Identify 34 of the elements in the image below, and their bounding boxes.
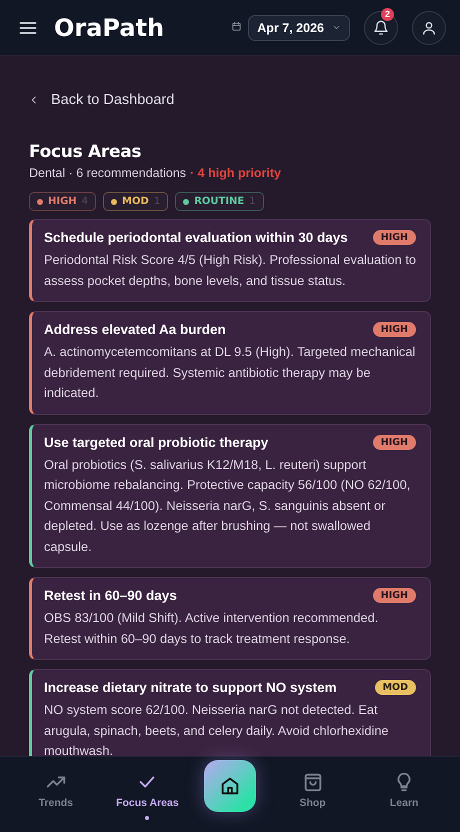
card-description: A. actinomycetemcomitans at DL 9.5 (High). Targeted mechanical debridement required. Systemic antibiotic therapy may be indicated.: [44, 343, 416, 402]
priority-badge: HIGH: [372, 322, 416, 337]
card-description: Oral probiotics (S. salivarius K12/M18, L. reuteri) support microbiome rebalancing. Protective capacity 56/100 (NO 62/100, Commensal 44/100). Neisseria narG, S. sanguinis absent or depleted. Use as lozenge after brushing — not swallowed capsule.: [44, 456, 412, 556]
notifications-button[interactable]: 2: [364, 10, 398, 44]
card-description: NO system score 62/100. Neisseria narG not detected. Eat arugula, spinach, beets, and celery daily. Avoid chlorhexidine mouthwash.: [44, 701, 390, 756]
summary-text: Dental · 6 recommendations: [29, 166, 186, 180]
priority-badge: HIGH: [372, 230, 416, 245]
priority-badge: MOD: [374, 680, 416, 695]
back-link[interactable]: Back to Dashboard: [29, 92, 174, 108]
card-title: Increase dietary nitrate to support NO system: [44, 679, 338, 697]
calendar-icon: [231, 20, 242, 32]
user-icon: [421, 20, 437, 36]
priority-note: · 4 high priority: [190, 166, 282, 180]
nav-tab[interactable]: Trends: [20, 771, 91, 809]
card-title: Retest in 60–90 days: [44, 587, 178, 605]
nav-tab[interactable]: Focus Areas: [112, 771, 182, 809]
bell-icon: [373, 20, 389, 36]
notification-badge: 2: [381, 8, 394, 20]
page-title: Focus Areas: [29, 142, 142, 162]
priority-badge: HIGH: [372, 434, 416, 450]
card-description: OBS 83/100 (Mild Shift). Active intervention recommended. Retest within 60–90 days to track treatment response.: [44, 609, 380, 648]
date-picker[interactable]: Apr 7, 2026: [248, 14, 350, 40]
chevron-down-icon: [332, 23, 341, 32]
card-title: Use targeted oral probiotic therapy: [44, 434, 270, 452]
card-title: Schedule periodontal evaluation within 30 days: [44, 229, 349, 247]
card-title: Address elevated Aa burden: [44, 321, 227, 339]
nav-tab[interactable]: Shop: [278, 771, 348, 809]
nav-tab[interactable]: Learn: [369, 771, 440, 809]
profile-button[interactable]: [412, 10, 446, 44]
app-logo: OraPath: [54, 14, 164, 42]
active-indicator: [145, 816, 150, 820]
priority-badge: HIGH: [372, 588, 416, 603]
home-button[interactable]: [204, 760, 256, 812]
card-description: Periodontal Risk Score 4/5 (High Risk). Professional evaluation to assess pocket depths, bone levels, and tissue status.: [44, 251, 416, 290]
